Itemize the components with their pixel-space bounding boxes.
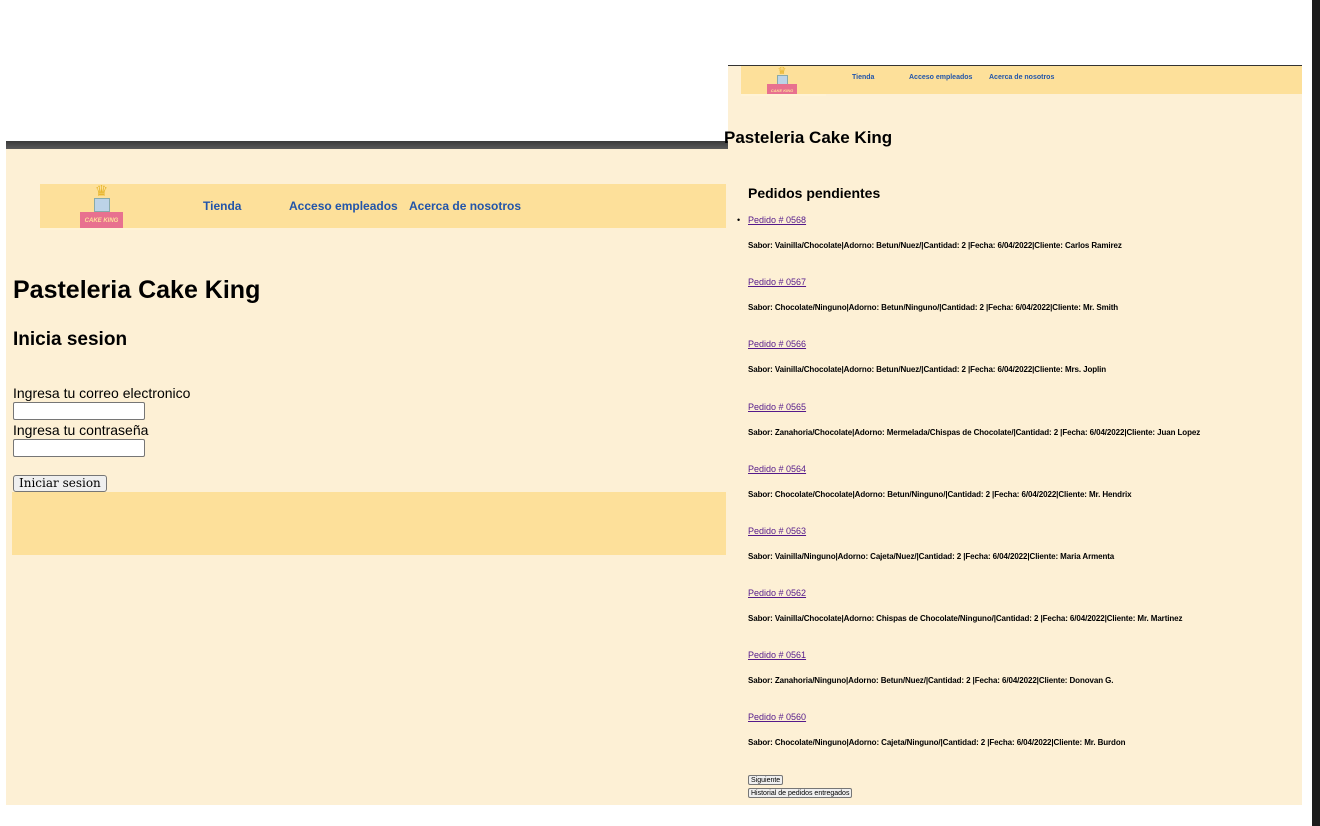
nav-link-acerca-de-nosotros[interactable]: Acerca de nosotros (989, 74, 1054, 81)
order-link[interactable]: Pedido # 0564 (748, 464, 806, 474)
nav-link-tienda[interactable]: Tienda (203, 199, 241, 213)
section-title: Pedidos pendientes (748, 185, 881, 201)
nav-link-acceso-empleados[interactable]: Acceso empleados (909, 74, 972, 81)
order-detail: Sabor: Vainilla/Ninguno|Adorno: Cajeta/N… (748, 552, 1115, 561)
order-link[interactable]: Pedido # 0568 (748, 215, 806, 225)
logo-text: CAKE KING (84, 218, 119, 224)
order-detail: Sabor: Zanahoria/Chocolate|Adorno: Merme… (748, 428, 1201, 437)
order-link[interactable]: Pedido # 0567 (748, 277, 806, 287)
order-link[interactable]: Pedido # 0562 (748, 588, 806, 598)
window-top-border (6, 141, 728, 149)
order-detail: Sabor: Vainilla/Chocolate|Adorno: Betun/… (748, 241, 1122, 250)
order-link[interactable]: Pedido # 0566 (748, 339, 806, 349)
page-title: Pasteleria Cake King (13, 276, 261, 304)
cake-icon (94, 198, 110, 212)
order-link[interactable]: Pedido # 0563 (748, 526, 806, 536)
email-field[interactable] (13, 402, 145, 420)
nav-bar: ♛ CAKE KING Tienda Acceso empleados Acer… (741, 66, 1302, 94)
nav-bar: ♛ CAKE KING Tienda Acceso empleados Acer… (40, 184, 726, 228)
order-detail: Sabor: Chocolate/Ninguno|Adorno: Cajeta/… (748, 738, 1126, 747)
next-button[interactable]: Siguiente (748, 775, 784, 785)
order-link[interactable]: Pedido # 0561 (748, 650, 806, 660)
logo-text: CAKE KING (770, 88, 794, 93)
cake-king-logo[interactable]: ♛ CAKE KING (80, 184, 123, 228)
login-page: ♛ CAKE KING Tienda Acceso empleados Acer… (6, 141, 728, 805)
nav-link-acerca-de-nosotros[interactable]: Acerca de nosotros (409, 199, 521, 213)
footer (12, 492, 726, 555)
login-heading: Inicia sesion (13, 329, 128, 350)
nav-link-tienda[interactable]: Tienda (852, 74, 874, 81)
orders-page: ♛ CAKE KING Tienda Acceso empleados Acer… (724, 65, 1302, 805)
delivered-history-button[interactable]: Historial de pedidos entregados (748, 788, 853, 798)
nav-underline (741, 94, 826, 96)
password-label: Ingresa tu contraseña (13, 422, 149, 438)
order-detail: Sabor: Vainilla/Chocolate|Adorno: Betun/… (748, 365, 1107, 374)
order-link[interactable]: Pedido # 0565 (748, 402, 806, 412)
order-link[interactable]: Pedido # 0560 (748, 712, 806, 722)
order-detail: Sabor: Chocolate/Ninguno|Adorno: Betun/N… (748, 303, 1119, 312)
order-detail: Sabor: Chocolate/Chocolate|Adorno: Betun… (748, 490, 1132, 499)
password-field[interactable] (13, 439, 145, 457)
window-edge (1312, 0, 1320, 826)
order-detail: Sabor: Zanahoria/Ninguno|Adorno: Betun/N… (748, 676, 1114, 685)
nav-underline (40, 228, 160, 230)
email-label: Ingresa tu correo electronico (13, 385, 191, 401)
order-detail: Sabor: Vainilla/Chocolate|Adorno: Chispa… (748, 614, 1183, 623)
cake-king-logo[interactable]: ♛ CAKE KING (767, 66, 797, 94)
nav-link-acceso-empleados[interactable]: Acceso empleados (289, 199, 398, 213)
login-button[interactable]: Iniciar sesion (13, 475, 107, 492)
list-bullet: • (737, 215, 741, 225)
page-title: Pasteleria Cake King (724, 128, 893, 147)
